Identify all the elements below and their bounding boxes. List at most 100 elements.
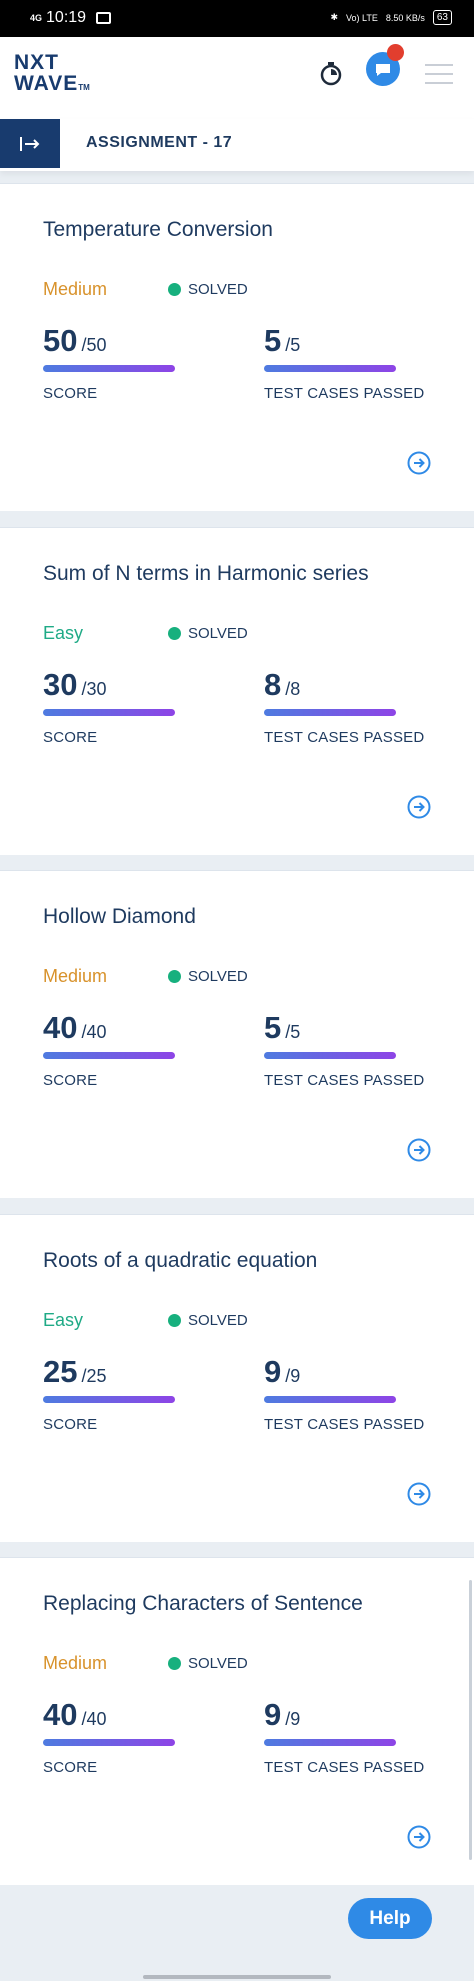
- help-button[interactable]: Help: [348, 1898, 432, 1939]
- solved-dot-icon: [168, 283, 181, 296]
- volte-indicator: Vo) LTE: [345, 12, 378, 23]
- score-progress-bar: [43, 1396, 175, 1403]
- score-metric: 40/40 SCORE: [43, 1010, 175, 1089]
- tests-metric: 8/8 TEST CASES PASSED: [264, 667, 424, 746]
- tests-label: TEST CASES PASSED: [264, 1072, 425, 1089]
- difficulty-label: Easy: [43, 1310, 84, 1330]
- tests-total: /5: [285, 1022, 301, 1042]
- question-title: Temperature Conversion: [43, 218, 273, 241]
- question-title: Sum of N terms in Harmonic series: [43, 562, 369, 585]
- open-question-arrow-icon[interactable]: [407, 451, 431, 475]
- score-total: /40: [81, 1709, 107, 1729]
- exit-button[interactable]: [0, 119, 60, 168]
- tests-value: 9: [264, 1354, 282, 1389]
- score-metric: 40/40 SCORE: [43, 1697, 175, 1776]
- network-speed: 8.50 KB/s: [385, 12, 425, 23]
- tests-metric: 5/5 TEST CASES PASSED: [264, 323, 424, 402]
- score-value: 25: [43, 1354, 78, 1389]
- status-badge: SOLVED: [168, 968, 248, 985]
- difficulty-label: Medium: [43, 966, 108, 986]
- question-title: Hollow Diamond: [43, 905, 196, 928]
- score-metric: 25/25 SCORE: [43, 1354, 175, 1433]
- solved-dot-icon: [168, 627, 181, 640]
- score-progress-bar: [43, 365, 175, 372]
- question-title: Replacing Characters of Sentence: [43, 1592, 363, 1615]
- solved-dot-icon: [168, 1657, 181, 1670]
- solved-dot-icon: [168, 970, 181, 983]
- tests-total: /8: [285, 679, 301, 699]
- question-card[interactable]: Sum of N terms in Harmonic series Easy S…: [0, 527, 474, 855]
- score-label: SCORE: [43, 729, 98, 746]
- scrollbar[interactable]: [469, 1580, 472, 1860]
- score-value: 50: [43, 323, 78, 358]
- tests-progress-bar: [264, 709, 396, 716]
- status-badge: SOLVED: [168, 625, 248, 642]
- question-card[interactable]: Roots of a quadratic equation Easy SOLVE…: [0, 1214, 474, 1542]
- mail-icon: [96, 12, 112, 24]
- difficulty-label: Medium: [43, 1653, 108, 1673]
- tests-progress-bar: [264, 1739, 396, 1746]
- page-title: ASSIGNMENT - 17: [86, 134, 233, 151]
- score-progress-bar: [43, 1739, 175, 1746]
- score-label: SCORE: [43, 1072, 98, 1089]
- tests-total: /9: [285, 1709, 301, 1729]
- tests-progress-bar: [264, 1052, 396, 1059]
- question-card[interactable]: Temperature Conversion Medium SOLVED 50/…: [0, 183, 474, 511]
- tests-metric: 9/9 TEST CASES PASSED: [264, 1697, 424, 1776]
- tests-label: TEST CASES PASSED: [264, 1759, 425, 1776]
- notification-dot: [387, 44, 404, 61]
- battery-indicator: 63: [432, 10, 452, 25]
- score-label: SCORE: [43, 1759, 98, 1776]
- solved-dot-icon: [168, 1314, 181, 1327]
- score-value: 30: [43, 667, 78, 702]
- hamburger-menu-icon[interactable]: [425, 64, 453, 84]
- question-card[interactable]: Hollow Diamond Medium SOLVED 40/40 SCORE…: [0, 870, 474, 1198]
- difficulty-label: Easy: [43, 623, 84, 643]
- status-text: SOLVED: [188, 281, 248, 298]
- tests-label: TEST CASES PASSED: [264, 729, 425, 746]
- status-badge: SOLVED: [168, 1312, 248, 1329]
- score-value: 40: [43, 1010, 78, 1045]
- open-question-arrow-icon[interactable]: [407, 1482, 431, 1506]
- open-question-arrow-icon[interactable]: [407, 795, 431, 819]
- open-question-arrow-icon[interactable]: [407, 1825, 431, 1849]
- score-metric: 30/30 SCORE: [43, 667, 175, 746]
- difficulty-label: Medium: [43, 279, 108, 299]
- tests-progress-bar: [264, 365, 396, 372]
- tests-progress-bar: [264, 1396, 396, 1403]
- status-badge: SOLVED: [168, 1655, 248, 1672]
- home-indicator[interactable]: [143, 1975, 331, 1979]
- score-total: /30: [81, 679, 107, 699]
- status-time: 10:19: [46, 9, 87, 26]
- nxtwave-logo[interactable]: NXT WAVETM: [14, 52, 90, 98]
- tests-label: TEST CASES PASSED: [264, 1416, 425, 1433]
- open-question-arrow-icon[interactable]: [407, 1138, 431, 1162]
- score-label: SCORE: [43, 385, 98, 402]
- score-value: 40: [43, 1697, 78, 1732]
- status-text: SOLVED: [188, 625, 248, 642]
- score-total: /40: [81, 1022, 107, 1042]
- tests-value: 5: [264, 323, 282, 358]
- status-bar: 4G 10:19 ✱ Vo) LTE 8.50 KB/s 63: [0, 0, 474, 37]
- tests-total: /9: [285, 1366, 301, 1386]
- score-label: SCORE: [43, 1416, 98, 1433]
- score-metric: 50/50 SCORE: [43, 323, 175, 402]
- score-total: /50: [81, 335, 107, 355]
- network-indicator: 4G: [30, 12, 43, 23]
- status-text: SOLVED: [188, 968, 248, 985]
- score-progress-bar: [43, 1052, 175, 1059]
- assignment-header: ASSIGNMENT - 17: [0, 119, 474, 171]
- exit-arrow-icon: [20, 136, 40, 151]
- tests-metric: 9/9 TEST CASES PASSED: [264, 1354, 424, 1433]
- status-badge: SOLVED: [168, 281, 248, 298]
- score-total: /25: [81, 1366, 107, 1386]
- stopwatch-icon[interactable]: [318, 60, 344, 86]
- question-title: Roots of a quadratic equation: [43, 1249, 318, 1272]
- question-card[interactable]: Replacing Characters of Sentence Medium …: [0, 1557, 474, 1885]
- tests-value: 5: [264, 1010, 282, 1045]
- tests-value: 8: [264, 667, 282, 702]
- bluetooth-icon: ✱: [330, 12, 338, 22]
- tests-value: 9: [264, 1697, 282, 1732]
- tests-total: /5: [285, 335, 301, 355]
- status-text: SOLVED: [188, 1655, 248, 1672]
